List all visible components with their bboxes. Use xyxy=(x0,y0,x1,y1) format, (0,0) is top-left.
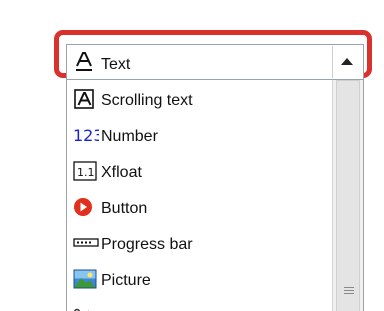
progress-bar-icon xyxy=(73,233,99,253)
svg-text:123: 123 xyxy=(73,126,99,145)
combobox-selected-label: Text xyxy=(101,56,131,73)
list-item-progress-bar[interactable]: Progress bar xyxy=(67,224,331,260)
widget-type-dropdown-list: Scrolling text 123 Number 1.1 Xfloat xyxy=(66,80,364,311)
partial-item-icon xyxy=(73,307,99,311)
list-item-label: Picture xyxy=(101,272,151,289)
button-icon xyxy=(73,197,99,217)
xfloat-icon: 1.1 xyxy=(73,161,99,181)
list-item-scrolling-text[interactable]: Scrolling text xyxy=(67,80,331,116)
scrollbar-thumb[interactable] xyxy=(336,80,360,311)
dropdown-options: Scrolling text 123 Number 1.1 Xfloat xyxy=(67,80,331,296)
list-item-number[interactable]: 123 Number xyxy=(67,116,331,152)
text-type-icon xyxy=(75,52,93,72)
number-icon: 123 xyxy=(73,125,104,145)
combobox-toggle-button[interactable] xyxy=(332,46,362,78)
list-item-label: Progress bar xyxy=(101,236,193,253)
picture-icon xyxy=(73,269,99,289)
chevron-up-icon xyxy=(341,58,353,65)
list-item-picture[interactable]: Picture xyxy=(67,260,331,296)
list-item-button[interactable]: Button xyxy=(67,188,331,224)
scrolling-text-icon xyxy=(73,89,99,109)
dropdown-scrollbar[interactable] xyxy=(332,80,363,311)
list-item-label: Xfloat xyxy=(101,164,142,181)
widget-type-combobox[interactable]: Text xyxy=(66,44,364,80)
list-item-label: Scrolling text xyxy=(101,92,193,109)
widget-type-selector: Text Scrolling text 123 xyxy=(0,0,384,311)
grip-icon xyxy=(344,287,354,295)
list-item-label: Button xyxy=(101,200,148,217)
list-item-xfloat[interactable]: 1.1 Xfloat xyxy=(67,152,331,188)
svg-text:1.1: 1.1 xyxy=(77,166,95,179)
list-item-label: Number xyxy=(101,128,158,145)
